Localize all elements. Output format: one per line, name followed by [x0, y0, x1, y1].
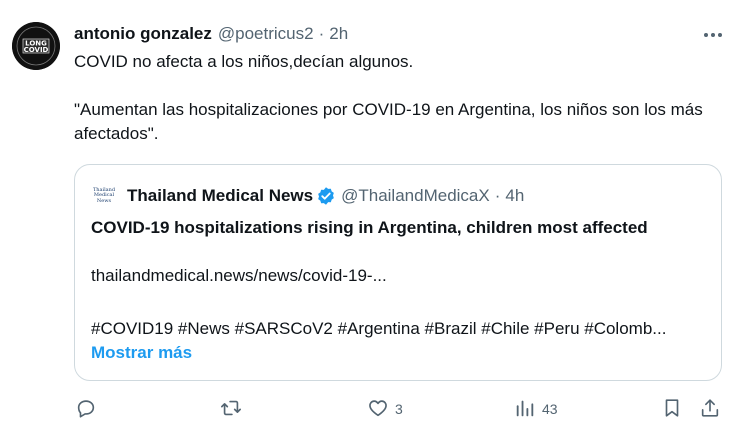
quoted-tweet-header: Thailand Medical News Thailand Medical N…: [93, 185, 524, 207]
quoted-author-name: Thailand Medical News: [127, 186, 314, 205]
views-count: 43: [542, 401, 558, 417]
like-button[interactable]: 3: [367, 396, 403, 422]
reply-button[interactable]: [75, 396, 97, 422]
repost-icon: [220, 397, 242, 422]
heart-icon: [367, 397, 389, 422]
quoted-hashtags: #COVID19 #News #SARSCoV2 #Argentina #Bra…: [91, 319, 667, 338]
views-button[interactable]: 43: [514, 396, 558, 422]
quoted-separator-dot: ·: [494, 186, 501, 205]
quoted-tweet[interactable]: Thailand Medical News Thailand Medical N…: [74, 164, 722, 381]
quoted-author-avatar: Thailand Medical News: [93, 185, 115, 207]
verified-badge-icon: [316, 186, 336, 206]
tweet-header: antonio gonzalez @poetricus2 · 2h: [74, 23, 348, 45]
avatar-text-bottom: COVID: [24, 46, 49, 54]
action-bar: 3 43: [0, 396, 746, 422]
quoted-timestamp: 4h: [505, 186, 525, 205]
share-icon: [699, 397, 721, 422]
quoted-avatar-line3: News: [96, 197, 112, 204]
tweet-timestamp[interactable]: 2h: [329, 24, 348, 44]
author-avatar[interactable]: LONG COVID: [12, 22, 60, 70]
tweet-text-line1: COVID no afecta a los niños,decían algun…: [74, 52, 414, 71]
author-name[interactable]: antonio gonzalez: [74, 24, 212, 44]
more-horizontal-icon[interactable]: [700, 26, 726, 44]
quoted-link[interactable]: thailandmedical.news/news/covid-19-...: [91, 266, 387, 286]
author-handle[interactable]: @poetricus2: [218, 24, 314, 44]
quoted-author-handle: @ThailandMedicaX: [341, 186, 490, 205]
tweet-text: COVID no afecta a los niños,decían algun…: [74, 50, 734, 146]
repost-button[interactable]: [220, 396, 242, 422]
share-button[interactable]: [699, 396, 721, 422]
show-more-link[interactable]: Mostrar más: [91, 343, 192, 363]
tweet[interactable]: LONG COVID antonio gonzalez @poetricus2 …: [0, 0, 746, 438]
quoted-headline: COVID-19 hospitalizations rising in Arge…: [91, 218, 648, 237]
tweet-text-line2: "Aumentan las hospitalizaciones por COVI…: [74, 100, 703, 143]
reply-icon: [75, 397, 97, 422]
bookmark-button[interactable]: [661, 396, 683, 422]
bookmark-icon: [661, 397, 683, 422]
views-icon: [514, 397, 536, 422]
separator-dot: ·: [318, 24, 325, 43]
like-count: 3: [395, 401, 403, 417]
